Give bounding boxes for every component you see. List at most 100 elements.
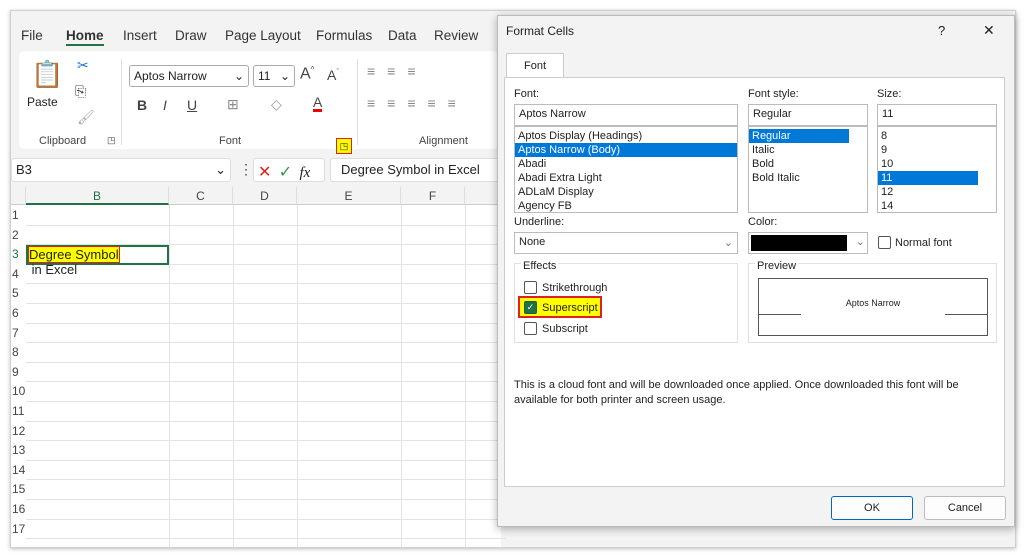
font-style-input[interactable]: Regular <box>748 104 868 126</box>
column-header-d[interactable]: D <box>233 187 297 205</box>
cancel-icon[interactable]: ✕ <box>258 164 271 181</box>
font-input[interactable]: Aptos Narrow <box>514 104 738 126</box>
formula-input[interactable]: Degree Symbol in Excel <box>330 158 510 182</box>
row-header[interactable]: 16 <box>11 502 26 516</box>
list-option[interactable]: Aptos Display (Headings) <box>515 129 737 143</box>
list-option[interactable]: Aptos Narrow (Body) <box>515 143 737 157</box>
row-header[interactable]: 13 <box>11 443 26 457</box>
color-select[interactable]: ⌄ <box>748 232 868 254</box>
insert-function-icon[interactable]: fx <box>300 165 311 181</box>
row-header[interactable]: 5 <box>11 286 26 300</box>
row-header[interactable]: 11 <box>11 404 26 418</box>
row-header[interactable]: 2 <box>11 228 26 242</box>
row-header[interactable]: 7 <box>11 326 26 340</box>
list-option[interactable]: 9 <box>878 143 978 157</box>
formula-buttons: ✕ ✓ fx <box>253 158 325 182</box>
row-header[interactable]: 14 <box>11 463 26 477</box>
list-option[interactable]: ADLaM Display <box>515 185 737 199</box>
row-header[interactable]: 6 <box>11 306 26 320</box>
column-header-f[interactable]: F <box>401 187 465 205</box>
list-option[interactable]: Agency FB <box>515 199 737 212</box>
size-list[interactable]: 8 9 10 11 12 14 <box>877 126 997 213</box>
effects-label: Effects <box>521 260 559 272</box>
normal-font-checkbox[interactable] <box>878 236 891 249</box>
list-option[interactable]: Bold <box>749 157 849 171</box>
normal-font-label: Normal font <box>895 237 952 249</box>
row-header[interactable]: 15 <box>11 482 26 496</box>
decrease-font-icon[interactable]: Aˇ <box>327 67 339 83</box>
tab-insert[interactable]: Insert <box>123 28 157 43</box>
list-option[interactable]: Abadi <box>515 157 737 171</box>
list-option[interactable]: Regular <box>749 129 849 143</box>
size-input[interactable]: 11 <box>877 104 997 126</box>
vertical-align-icons[interactable]: ≡≡≡ <box>367 63 428 79</box>
help-button[interactable]: ? <box>938 23 945 38</box>
list-option[interactable]: 14 <box>878 199 978 212</box>
bold-icon[interactable]: B <box>137 97 147 113</box>
increase-font-icon[interactable]: A^ <box>300 65 314 83</box>
color-label: Color: <box>748 216 778 228</box>
worksheet-grid: B C D E F 1 2 3 4 5 6 7 8 9 10 11 12 13 14 15 16 17 Degr… <box>11 187 506 547</box>
name-box[interactable]: B3 ⌄ <box>11 158 231 182</box>
format-cells-dialog: Format Cells ? ✕ Font Font: Aptos Narrow… <box>497 15 1015 527</box>
italic-icon[interactable]: I <box>163 97 167 113</box>
tab-home[interactable]: Home <box>66 28 104 46</box>
borders-icon[interactable]: ⊞ <box>227 96 239 113</box>
tab-review[interactable]: Review <box>434 28 478 43</box>
row-header[interactable]: 3 <box>11 247 26 261</box>
font-color-icon[interactable]: A <box>313 95 323 112</box>
font-size-select[interactable]: 11 ⌄ <box>253 65 295 87</box>
column-header-c[interactable]: C <box>169 187 233 205</box>
tab-draw[interactable]: Draw <box>175 28 207 43</box>
enter-icon[interactable]: ✓ <box>279 164 292 181</box>
row-header[interactable]: 17 <box>11 522 26 536</box>
dialog-title: Format Cells <box>506 24 575 38</box>
tab-page-layout[interactable]: Page Layout <box>225 28 301 43</box>
list-option[interactable]: 8 <box>878 129 978 143</box>
tab-data[interactable]: Data <box>388 28 417 43</box>
cancel-button[interactable]: Cancel <box>924 496 1006 520</box>
underline-select[interactable]: None ⌄ <box>514 232 738 254</box>
underline-icon[interactable]: U <box>187 97 197 113</box>
row-header[interactable]: 12 <box>11 424 26 438</box>
paste-icon[interactable]: 📋 <box>31 59 63 90</box>
list-option[interactable]: 11 <box>878 171 978 185</box>
tab-formulas[interactable]: Formulas <box>316 28 372 43</box>
horizontal-align-icons[interactable]: ≡≡≡≡≡ <box>367 95 468 111</box>
more-icon: ⋮ <box>239 161 253 177</box>
font-style-label: Font style: <box>748 88 799 100</box>
cell-b3[interactable]: Degree Symbol in Excel <box>26 245 169 277</box>
tab-font[interactable]: Font <box>506 53 564 78</box>
fill-color-icon[interactable]: ◇ <box>271 96 282 113</box>
size-label: Size: <box>877 88 902 100</box>
row-header[interactable]: 1 <box>11 208 26 222</box>
clipboard-launcher-icon[interactable]: ◳ <box>107 135 116 146</box>
cut-icon[interactable]: ✂ <box>77 57 89 74</box>
copy-icon[interactable]: ⎘ <box>75 83 86 100</box>
superscript-checkbox[interactable]: ✓ <box>524 301 537 314</box>
ok-button[interactable]: OK <box>831 496 913 520</box>
font-name-select[interactable]: Aptos Narrow ⌄ <box>129 65 249 87</box>
subscript-label: Subscript <box>542 323 588 335</box>
list-option[interactable]: Abadi Extra Light <box>515 171 737 185</box>
font-list[interactable]: Aptos Display (Headings) Aptos Narrow (Bo… <box>514 126 738 213</box>
list-option[interactable]: 10 <box>878 157 978 171</box>
subscript-checkbox[interactable] <box>524 322 537 335</box>
row-header[interactable]: 4 <box>11 267 26 281</box>
font-dialog-launcher-icon[interactable]: ◳ <box>336 138 352 154</box>
tab-file[interactable]: File <box>21 28 43 43</box>
preview-box: Aptos Narrow <box>758 278 988 336</box>
row-header[interactable]: 8 <box>11 345 26 359</box>
row-header[interactable]: 10 <box>11 384 26 398</box>
column-header-b[interactable]: B <box>26 187 169 205</box>
font-style-list[interactable]: Regular Italic Bold Bold Italic <box>748 126 868 213</box>
list-option[interactable]: Italic <box>749 143 849 157</box>
paste-button[interactable]: Paste <box>27 95 58 109</box>
strikethrough-checkbox[interactable] <box>524 281 537 294</box>
list-option[interactable]: 12 <box>878 185 978 199</box>
list-option[interactable]: Bold Italic <box>749 171 849 185</box>
column-header-e[interactable]: E <box>297 187 401 205</box>
row-header[interactable]: 9 <box>11 365 26 379</box>
close-button[interactable]: ✕ <box>983 22 995 39</box>
format-painter-icon[interactable]: 🖌 <box>77 109 95 126</box>
